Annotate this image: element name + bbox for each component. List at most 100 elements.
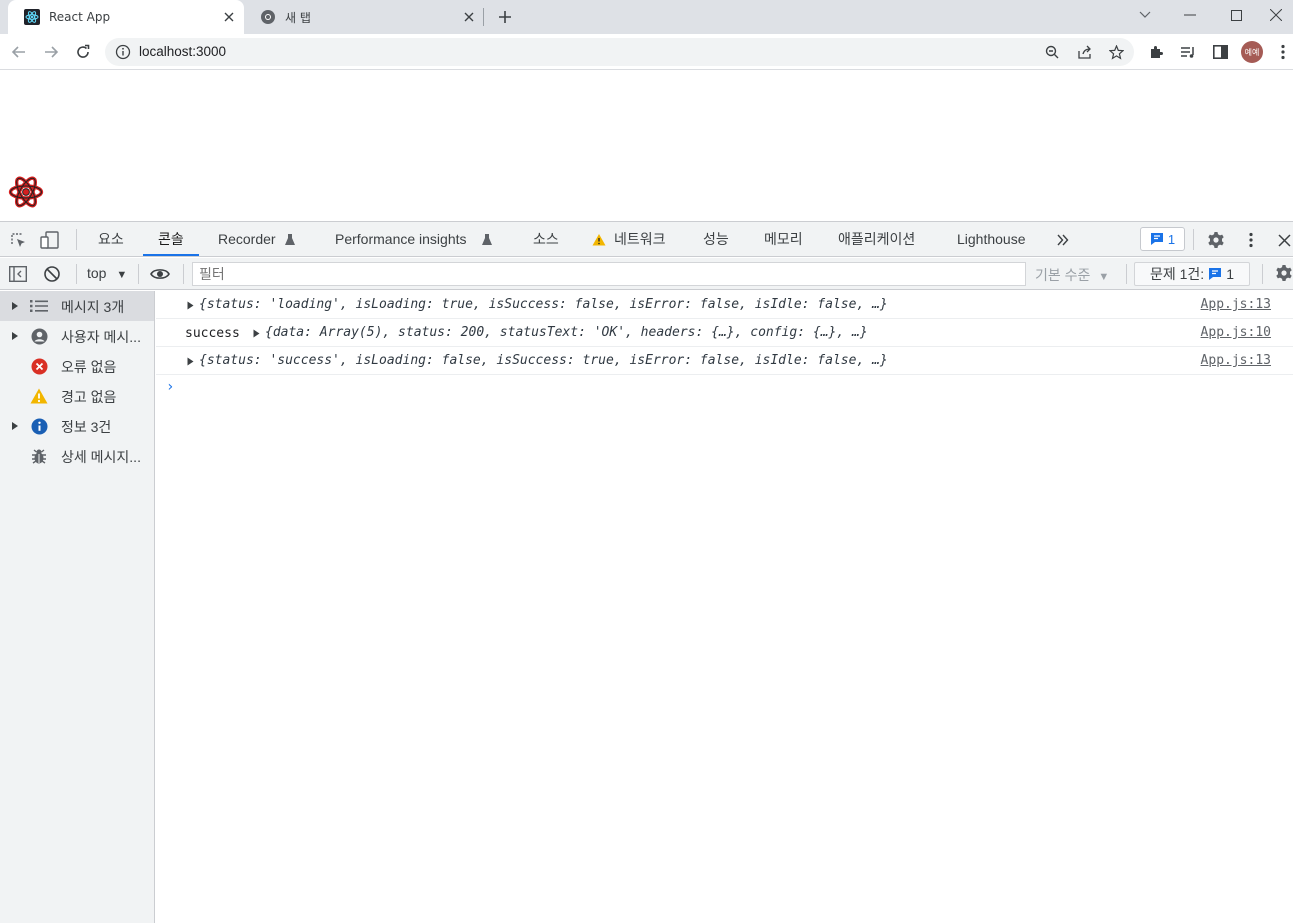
sidebar-item-info[interactable]: 정보 3건 <box>0 411 154 441</box>
clear-console-button[interactable] <box>42 264 62 284</box>
media-button[interactable] <box>1177 41 1199 63</box>
sidebar-item-label: 오류 없음 <box>61 359 117 375</box>
flask-icon <box>482 234 492 245</box>
tab-performance-insights[interactable]: Performance insights <box>335 222 467 256</box>
tab-network[interactable]: 네트워크 <box>614 222 666 256</box>
tab-performance[interactable]: 성능 <box>703 222 729 256</box>
sidebar-item-user-messages[interactable]: 사용자 메시... <box>0 321 154 351</box>
tab-react-app[interactable]: React App <box>8 0 244 34</box>
settings-button[interactable] <box>1206 230 1226 250</box>
devtools: 요소 콘솔 Recorder Performance insights 소스 네… <box>0 221 1293 923</box>
console-object[interactable]: {status: 'success', isLoading: false, is… <box>199 353 888 368</box>
playlist-icon <box>1181 47 1194 58</box>
avatar[interactable]: 예예 <box>1241 41 1263 63</box>
console-prefix: success <box>185 326 240 341</box>
page-viewport <box>0 71 1293 221</box>
tab-lighthouse[interactable]: Lighthouse <box>957 222 1026 256</box>
console-message[interactable]: {status: 'loading', isLoading: true, isS… <box>156 291 1293 319</box>
message-icon <box>1209 268 1222 280</box>
expand-arrow-icon[interactable] <box>11 421 19 431</box>
show-sidebar-button[interactable] <box>8 264 28 284</box>
console-prompt[interactable]: › <box>166 379 174 395</box>
more-vert-icon <box>1249 232 1253 248</box>
zoom-icon[interactable] <box>1043 43 1061 61</box>
sidebar-item-warnings[interactable]: 경고 없음 <box>0 381 154 411</box>
console-settings-button[interactable] <box>1275 263 1293 283</box>
device-toolbar-button[interactable] <box>40 230 60 250</box>
maximize-button[interactable] <box>1213 0 1259 30</box>
filter-input[interactable] <box>192 262 1026 286</box>
source-link[interactable]: App.js:10 <box>1201 325 1271 340</box>
console-message[interactable]: {status: 'success', isLoading: false, is… <box>156 347 1293 375</box>
tab-elements[interactable]: 요소 <box>98 222 124 256</box>
toolbar-separator <box>1126 264 1127 284</box>
tab-search-button[interactable] <box>1122 0 1168 30</box>
back-button[interactable] <box>8 41 30 63</box>
expand-arrow-icon[interactable] <box>187 357 194 366</box>
forward-button[interactable] <box>40 41 62 63</box>
extensions-button[interactable] <box>1145 41 1167 63</box>
list-icon <box>30 297 48 315</box>
log-levels-dropdown[interactable]: 기본 수준 ▼ <box>1035 265 1109 285</box>
close-devtools-button[interactable] <box>1276 230 1293 250</box>
tab-recorder-label: Recorder <box>218 231 276 247</box>
side-panel-icon <box>1212 45 1228 59</box>
bookmark-star-icon[interactable] <box>1107 43 1125 61</box>
customize-menu-button[interactable] <box>1241 230 1261 250</box>
chrome-icon <box>261 10 275 24</box>
expand-arrow-icon[interactable] <box>11 331 19 341</box>
console-message[interactable]: success {data: Array(5), status: 200, st… <box>156 319 1293 347</box>
tab-memory[interactable]: 메모리 <box>764 222 803 256</box>
more-tabs-button[interactable] <box>1053 230 1073 250</box>
tab-application[interactable]: 애플리케이션 <box>838 222 915 256</box>
arrow-left-icon <box>11 46 25 58</box>
arrow-right-icon <box>45 46 59 58</box>
inspect-element-button[interactable] <box>8 230 28 250</box>
issue-count: 1 <box>1167 231 1176 247</box>
toolbar-separator <box>183 264 184 284</box>
context-selector[interactable]: top ▼ <box>87 265 127 281</box>
side-panel-button[interactable] <box>1209 41 1231 63</box>
puzzle-icon <box>1151 46 1163 58</box>
minimize-button[interactable] <box>1167 0 1213 30</box>
expand-arrow-icon[interactable] <box>253 329 260 338</box>
close-icon[interactable] <box>462 10 476 24</box>
issues-badge-button[interactable]: 1 <box>1140 227 1185 251</box>
expand-arrow-icon[interactable] <box>187 301 194 310</box>
sidebar-item-label: 상세 메시지... <box>61 449 141 465</box>
window-close-button[interactable] <box>1259 0 1293 30</box>
log-levels-value: 기본 수준 <box>1035 267 1091 283</box>
sidebar-item-label: 메시지 3개 <box>61 299 125 315</box>
console-object[interactable]: {data: Array(5), status: 200, statusText… <box>265 325 868 340</box>
info-icon[interactable] <box>115 44 131 60</box>
tab-console[interactable]: 콘솔 <box>143 222 199 256</box>
share-icon[interactable] <box>1075 43 1093 61</box>
close-icon[interactable] <box>222 10 236 24</box>
sidebar-item-errors[interactable]: 오류 없음 <box>0 351 154 381</box>
address-bar[interactable]: localhost:3000 <box>105 38 1134 66</box>
message-icon <box>1150 233 1163 245</box>
source-link[interactable]: App.js:13 <box>1201 353 1271 368</box>
tab-recorder[interactable]: Recorder <box>218 222 276 256</box>
caret-down-icon: ▼ <box>1098 271 1110 283</box>
expand-arrow-icon[interactable] <box>11 301 19 311</box>
react-icon <box>24 9 40 25</box>
console-sidebar: 메시지 3개 사용자 메시... 오류 없음 경고 없음 정보 3건 상세 메시… <box>0 291 155 923</box>
menu-button[interactable] <box>1273 41 1293 63</box>
sidebar-item-messages[interactable]: 메시지 3개 <box>0 291 154 321</box>
toolbar-separator <box>76 229 77 250</box>
source-link[interactable]: App.js:13 <box>1201 297 1271 312</box>
issues-button[interactable]: 문제 1건: 1 <box>1134 262 1250 286</box>
plus-icon[interactable] <box>495 7 515 27</box>
info-icon <box>30 417 48 435</box>
tab-new-tab[interactable]: 새 탭 <box>244 0 484 34</box>
console-output: {status: 'loading', isLoading: true, isS… <box>156 291 1293 923</box>
sidebar-item-verbose[interactable]: 상세 메시지... <box>0 441 154 471</box>
live-expression-button[interactable] <box>150 264 170 284</box>
console-object[interactable]: {status: 'loading', isLoading: true, isS… <box>199 297 888 312</box>
reload-button[interactable] <box>72 41 94 63</box>
toolbar-separator <box>1193 229 1194 250</box>
tab-sources[interactable]: 소스 <box>533 222 559 256</box>
reload-icon <box>77 44 90 58</box>
select-element-icon <box>11 233 25 247</box>
